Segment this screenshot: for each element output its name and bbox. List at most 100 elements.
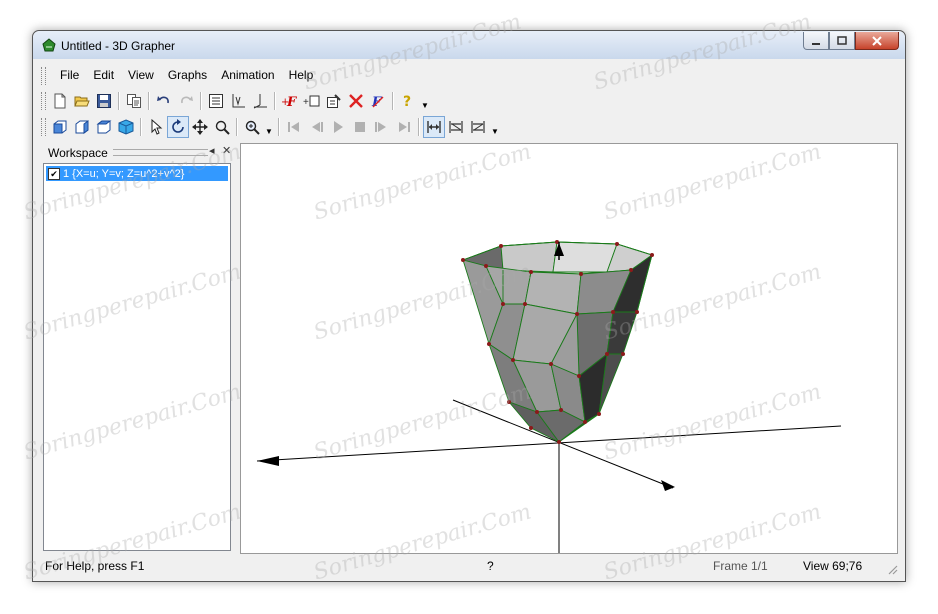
workspace-close-icon[interactable]: ✕: [222, 144, 231, 157]
graph-visibility-checkbox[interactable]: ✔: [48, 167, 60, 180]
close-button[interactable]: [855, 32, 899, 50]
toolbar-separator: [140, 118, 142, 136]
resize-grip-icon[interactable]: [886, 563, 898, 575]
toolbar-separator: [200, 92, 202, 110]
copy-button[interactable]: [123, 90, 145, 112]
toolbar-separator: [392, 92, 394, 110]
graph-list-item[interactable]: ✔ 1 {X=u; Y=v; Z=u^2+v^2}: [46, 166, 228, 181]
view-top-button[interactable]: [93, 116, 115, 138]
toolbar2-overflow-dropdown[interactable]: ▼: [489, 116, 501, 138]
menu-help[interactable]: Help: [282, 68, 321, 82]
add-function-button[interactable]: + F: [279, 90, 301, 112]
select-pointer-button[interactable]: [145, 116, 167, 138]
axes-origin-button[interactable]: [249, 90, 271, 112]
help-button[interactable]: ?: [397, 90, 419, 112]
edit-graph-button[interactable]: [323, 90, 345, 112]
open-button[interactable]: [71, 90, 93, 112]
zoom-dropdown[interactable]: ▼: [263, 116, 275, 138]
axes-icon: [232, 94, 245, 108]
view-front-button[interactable]: [49, 116, 71, 138]
menu-view[interactable]: View: [121, 68, 161, 82]
menu-edit[interactable]: Edit: [86, 68, 121, 82]
delete-graph-button[interactable]: [345, 90, 367, 112]
redo-icon: [181, 96, 193, 104]
copy-icon: [127, 94, 141, 108]
properties-icon: [209, 94, 223, 108]
stop-button[interactable]: [349, 116, 371, 138]
workspace-header[interactable]: Workspace ◂ ✕: [41, 143, 236, 161]
toolbar-separator: [418, 118, 420, 136]
graph-label: 1 {X=u; Y=v; Z=u^2+v^2}: [63, 167, 185, 180]
toolbar-grip[interactable]: [41, 92, 46, 110]
3d-viewport[interactable]: [240, 143, 898, 554]
open-folder-icon: [74, 96, 90, 107]
y-axis-arrow-icon: [661, 480, 675, 491]
workspace-panel: Workspace ◂ ✕ ✔ 1 {X=u; Y=v; Z=u^2+v^2}: [41, 143, 236, 553]
undo-button[interactable]: [153, 90, 175, 112]
fit-fixed-button[interactable]: [467, 116, 489, 138]
fit-both-button[interactable]: [445, 116, 467, 138]
move-button[interactable]: [189, 116, 211, 138]
step-back-icon: [312, 122, 323, 132]
redo-button[interactable]: [175, 90, 197, 112]
function-style-icon: F: [371, 95, 384, 109]
app-icon: [42, 38, 56, 52]
minimize-button[interactable]: [803, 32, 829, 50]
edit-graph-icon: [327, 94, 341, 108]
menu-file[interactable]: File: [53, 68, 86, 82]
rotate-icon: [172, 119, 184, 133]
toolbar-grip[interactable]: [41, 118, 46, 136]
view-side-button[interactable]: [71, 116, 93, 138]
toolbar-separator: [118, 92, 120, 110]
view-side-icon: [75, 120, 89, 134]
workspace-grip[interactable]: [113, 149, 208, 156]
zoom-region-icon: [215, 120, 230, 135]
svg-text:F: F: [371, 95, 382, 109]
view-3d-icon: [118, 119, 134, 135]
menu-bar: File Edit View Graphs Animation Help: [41, 64, 898, 86]
move-icon: [192, 119, 208, 135]
surface-graph[interactable]: [461, 241, 653, 443]
stop-icon: [355, 122, 365, 132]
caption-buttons: [803, 32, 899, 51]
go-last-button[interactable]: [393, 116, 415, 138]
zoom-icon: [245, 120, 260, 135]
rotate-button[interactable]: [167, 116, 189, 138]
new-button[interactable]: [49, 90, 71, 112]
view-front-icon: [53, 120, 67, 134]
status-indicator: ?: [487, 559, 494, 573]
save-icon: [97, 94, 111, 108]
properties-button[interactable]: [205, 90, 227, 112]
maximize-button[interactable]: [829, 32, 855, 50]
status-frame: Frame 1/1: [713, 559, 768, 573]
save-button[interactable]: [93, 90, 115, 112]
play-button[interactable]: [327, 116, 349, 138]
title-bar[interactable]: Untitled - 3D Grapher: [33, 31, 905, 59]
fit-both-icon: [449, 121, 463, 133]
menu-animation[interactable]: Animation: [214, 68, 281, 82]
go-first-button[interactable]: [283, 116, 305, 138]
fit-horizontal-button[interactable]: [423, 116, 445, 138]
toolbar-overflow-dropdown[interactable]: ▼: [419, 90, 431, 112]
step-forward-button[interactable]: [371, 116, 393, 138]
toolbar-separator: [148, 92, 150, 110]
zoom-button[interactable]: [241, 116, 263, 138]
axes-button[interactable]: [227, 90, 249, 112]
window-title: Untitled - 3D Grapher: [61, 39, 176, 53]
menubar-grip[interactable]: [41, 67, 46, 85]
menu-graphs[interactable]: Graphs: [161, 68, 214, 82]
3d-plot-canvas[interactable]: [241, 144, 898, 554]
status-bar: For Help, press F1 ? Frame 1/1 View 69;7…: [41, 555, 898, 575]
workspace-pin-icon[interactable]: ◂: [209, 144, 215, 157]
select-pointer-icon: [151, 119, 163, 135]
step-back-button[interactable]: [305, 116, 327, 138]
add-object-button[interactable]: +: [301, 90, 323, 112]
workspace-tree[interactable]: ✔ 1 {X=u; Y=v; Z=u^2+v^2}: [43, 163, 231, 551]
zoom-region-button[interactable]: [211, 116, 233, 138]
function-style-button[interactable]: F: [367, 90, 389, 112]
view-3d-button[interactable]: [115, 116, 137, 138]
axes-origin-icon: [253, 94, 267, 109]
add-object-icon: +: [303, 95, 320, 108]
undo-icon: [157, 96, 169, 104]
step-forward-icon: [375, 122, 386, 132]
